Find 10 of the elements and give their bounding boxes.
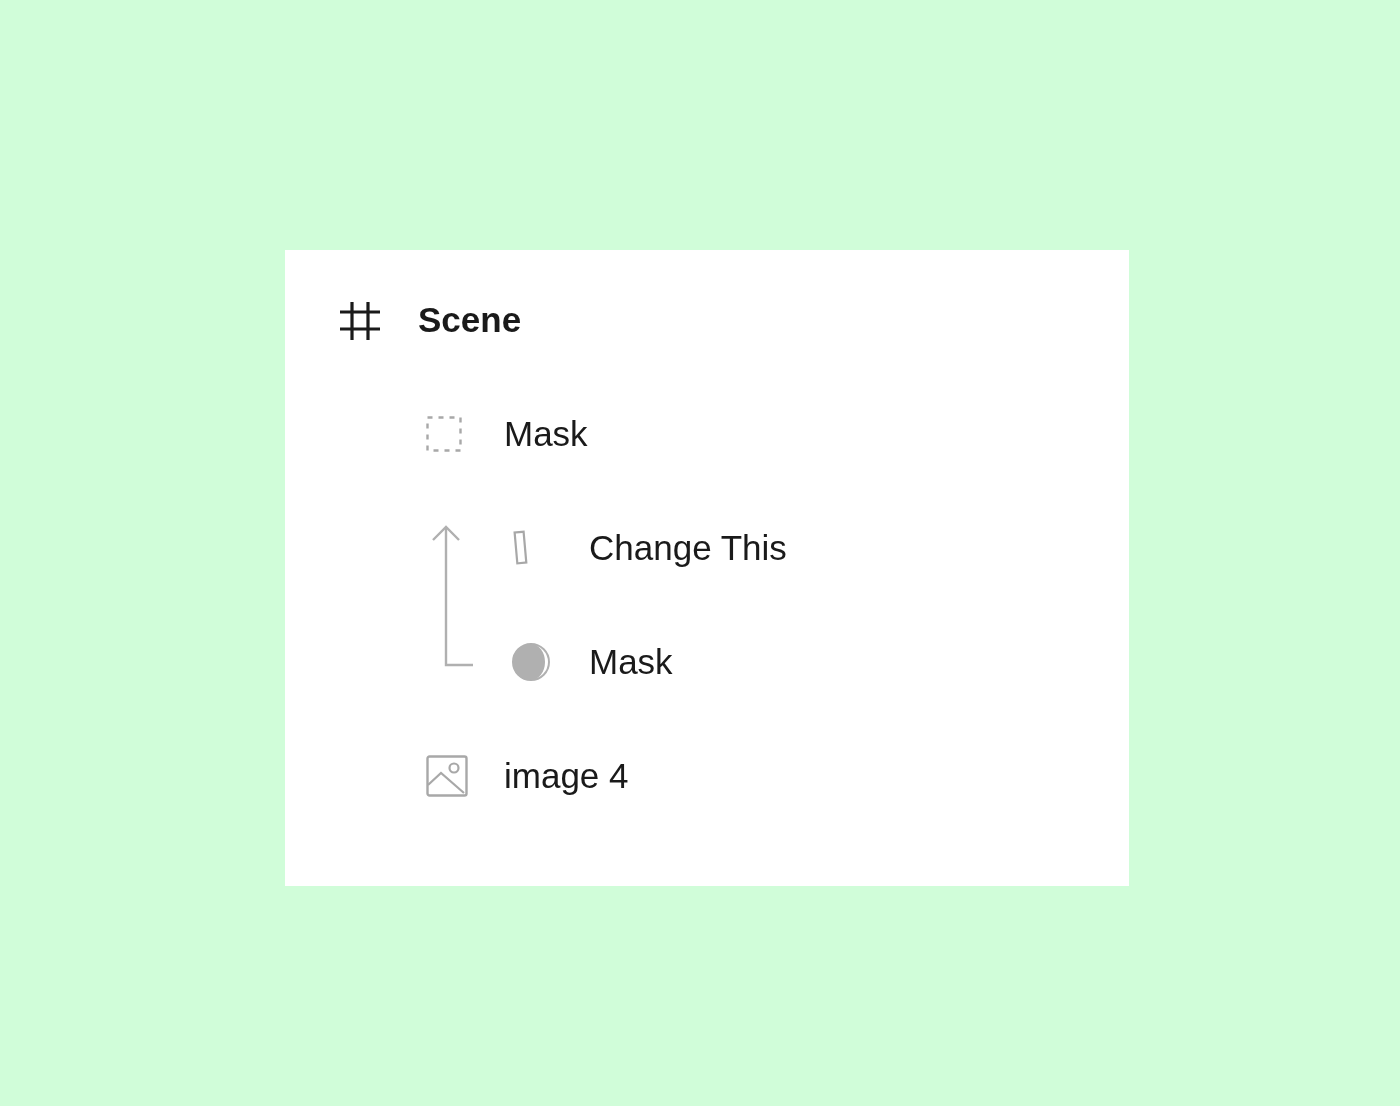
layer-name[interactable]: Scene <box>418 300 522 340</box>
image-icon <box>426 755 468 797</box>
layer-name[interactable]: image 4 <box>504 756 629 796</box>
layer-name[interactable]: Change This <box>589 528 787 568</box>
hash-icon <box>340 300 380 340</box>
layer-name[interactable]: Mask <box>589 642 673 682</box>
mask-arrow-icon <box>431 525 475 667</box>
half-circle-icon <box>511 642 551 682</box>
dashed-square-icon <box>426 416 462 452</box>
layer-name[interactable]: Mask <box>504 414 588 454</box>
